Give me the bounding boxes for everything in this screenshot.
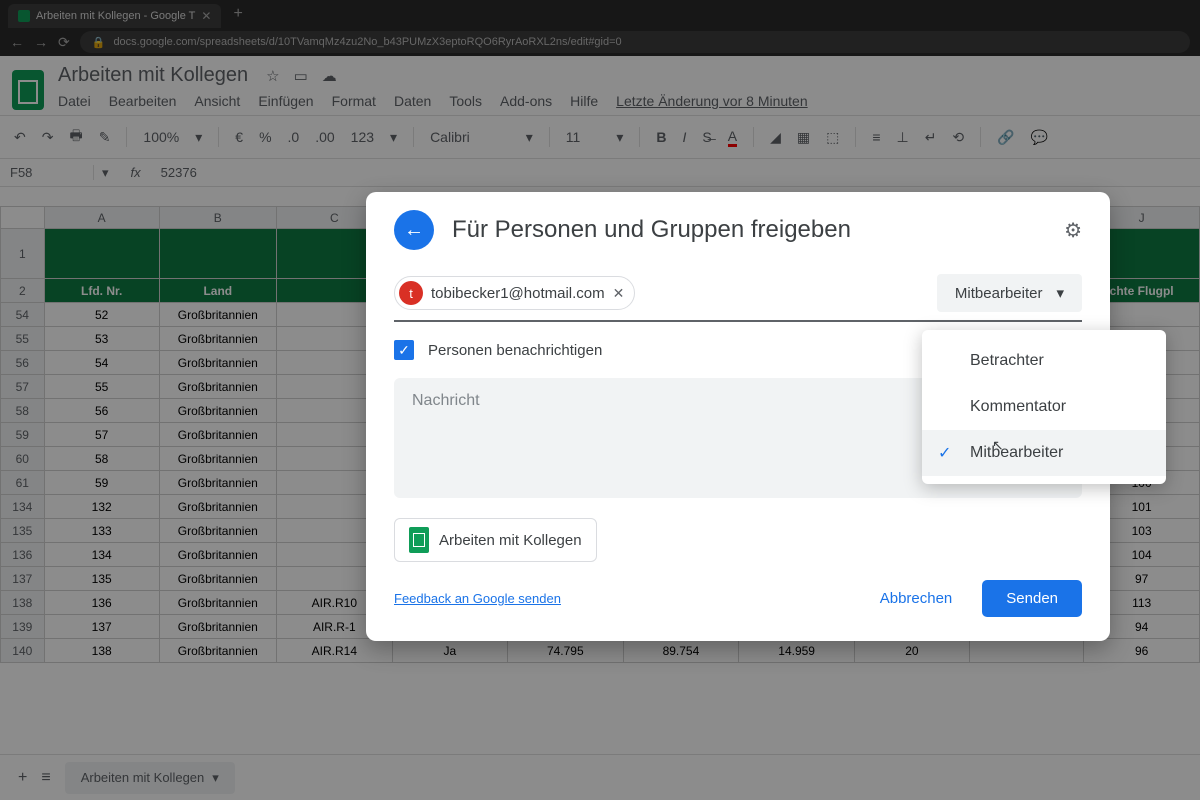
back-button[interactable]: ← [394,210,434,250]
notify-checkbox[interactable]: ✓ [394,340,414,360]
cancel-button[interactable]: Abbrechen [862,580,971,617]
notify-label: Personen benachrichtigen [428,342,602,359]
feedback-link[interactable]: Feedback an Google senden [394,591,561,606]
recipient-email: tobibecker1@hotmail.com [431,285,605,302]
attachment-name: Arbeiten mit Kollegen [439,532,582,549]
dialog-title: Für Personen und Gruppen freigeben [452,216,1046,244]
send-button[interactable]: Senden [982,580,1082,617]
share-dialog: ← Für Personen und Gruppen freigeben ⚙ t… [366,192,1110,641]
role-option-viewer[interactable]: Betrachter [922,338,1166,384]
gear-icon[interactable]: ⚙ [1064,218,1082,243]
chevron-down-icon: ▾ [1056,284,1064,302]
role-option-commenter[interactable]: Kommentator [922,384,1166,430]
avatar: t [399,281,423,305]
remove-chip-icon[interactable]: ✕ [613,285,625,302]
check-icon: ✓ [938,443,951,463]
attachment-chip: Arbeiten mit Kollegen [394,518,597,562]
role-dropdown-button[interactable]: Mitbearbeiter ▾ [937,274,1082,312]
role-option-editor[interactable]: ✓ Mitbearbeiter ↖ [922,430,1166,476]
cursor-icon: ↖ [992,437,1004,454]
message-placeholder: Nachricht [412,392,480,409]
role-label: Mitbearbeiter [955,285,1043,302]
recipient-chip[interactable]: t tobibecker1@hotmail.com ✕ [394,276,635,310]
sheets-icon [409,527,429,553]
role-dropdown-menu: Betrachter Kommentator ✓ Mitbearbeiter ↖ [922,330,1166,484]
